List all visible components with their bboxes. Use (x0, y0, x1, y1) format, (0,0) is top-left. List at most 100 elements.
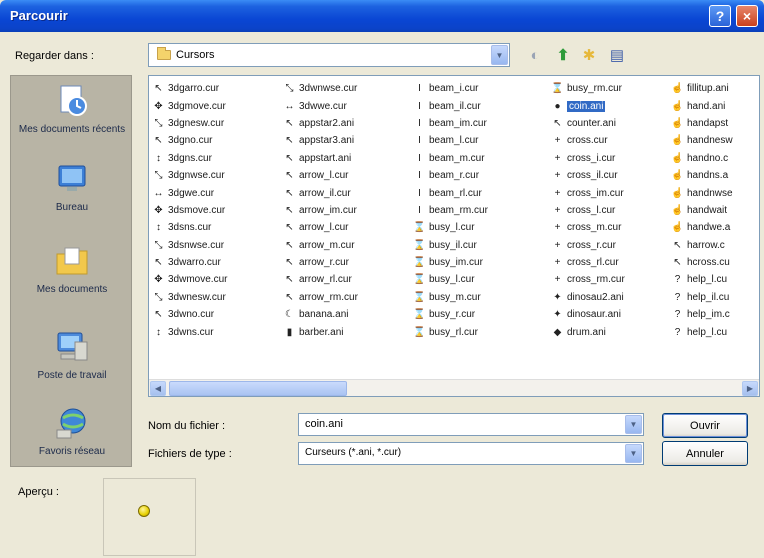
back-icon[interactable]: ◐ (524, 44, 546, 66)
file-item[interactable]: ⌛ busy_rl.cur (413, 323, 488, 340)
file-item[interactable]: ↖ arrow_l.cur (283, 219, 358, 236)
file-item[interactable]: ⤡ 3dsnwse.cur (152, 237, 227, 254)
file-item[interactable]: ↖ 3dgarro.cur (152, 80, 227, 97)
place-network[interactable]: Favoris réseau (11, 404, 133, 458)
file-item[interactable]: + cross.cur (551, 132, 625, 149)
file-item[interactable]: ? help_l.cu (671, 323, 733, 340)
up-folder-icon[interactable]: ⬆ (552, 44, 574, 66)
file-item[interactable]: ↔ 3dgwe.cur (152, 184, 227, 201)
file-item[interactable]: ↖ 3dwno.cur (152, 306, 227, 323)
file-item[interactable]: ⤡ 3dgnwse.cur (152, 167, 227, 184)
file-item[interactable]: ↖ arrow_im.cur (283, 202, 358, 219)
place-my-computer[interactable]: Poste de travail (11, 328, 133, 382)
file-item[interactable]: ↖ arrow_rm.cur (283, 289, 358, 306)
file-item[interactable]: + cross_r.cur (551, 237, 625, 254)
file-item[interactable]: ↕ 3dsns.cur (152, 219, 227, 236)
new-folder-icon[interactable]: ✱ (578, 44, 600, 66)
file-item[interactable]: + cross_rm.cur (551, 271, 625, 288)
filetype-dropdown[interactable]: Curseurs (*.ani, *.cur) ▼ (298, 442, 644, 465)
file-item[interactable]: ☝ handns.a (671, 167, 733, 184)
close-button[interactable]: × (736, 5, 758, 27)
file-item[interactable]: ↖ counter.ani (551, 115, 625, 132)
file-item[interactable]: Ibeam_r.cur (413, 167, 488, 184)
file-item[interactable]: + cross_i.cur (551, 150, 625, 167)
filename-input[interactable]: coin.ani ▼ (298, 413, 644, 436)
file-item[interactable]: ⌛ busy_l.cur (413, 219, 488, 236)
title-bar[interactable]: Parcourir ? × (0, 0, 764, 32)
file-item[interactable]: ↖ 3dwarro.cur (152, 254, 227, 271)
file-item[interactable]: ✥ 3dsmove.cur (152, 202, 227, 219)
file-item[interactable]: ☝ hand.ani (671, 97, 733, 114)
file-item[interactable]: ↖ harrow.c (671, 237, 733, 254)
file-item[interactable]: ✦ dinosau2.ani (551, 289, 625, 306)
file-item[interactable]: Ibeam_i.cur (413, 80, 488, 97)
file-item[interactable]: Ibeam_il.cur (413, 97, 488, 114)
file-item[interactable]: ✥ 3dgmove.cur (152, 97, 227, 114)
file-item[interactable]: ↖ arrow_rl.cur (283, 271, 358, 288)
scrollbar-thumb[interactable] (169, 381, 347, 396)
place-desktop[interactable]: Bureau (11, 160, 133, 214)
file-item[interactable]: ? help_im.c (671, 306, 733, 323)
scroll-left-icon[interactable]: ◀ (150, 381, 166, 396)
file-item[interactable]: ↖ arrow_r.cur (283, 254, 358, 271)
file-item[interactable]: + cross_l.cur (551, 202, 625, 219)
file-item[interactable]: ↖ 3dgno.cur (152, 132, 227, 149)
file-item[interactable]: ↖ arrow_m.cur (283, 237, 358, 254)
file-item[interactable]: ☝ handapst (671, 115, 733, 132)
file-list[interactable]: ↖ 3dgarro.cur ✥ 3dgmove.cur ⤡ 3dgnesw.cur ↖ 3dg… (148, 75, 760, 397)
file-item[interactable]: ↕ 3dwns.cur (152, 323, 227, 340)
file-item[interactable]: ✦ dinosaur.ani (551, 306, 625, 323)
file-item[interactable]: ? help_il.cu (671, 289, 733, 306)
file-item[interactable]: Ibeam_m.cur (413, 150, 488, 167)
file-item[interactable]: ↖ appstart.ani (283, 150, 358, 167)
file-item[interactable]: ☝ handwait (671, 202, 733, 219)
file-item[interactable]: ↖ arrow_l.cur (283, 167, 358, 184)
help-button[interactable]: ? (709, 5, 731, 27)
file-item[interactable]: + cross_rl.cur (551, 254, 625, 271)
chevron-down-icon[interactable]: ▼ (491, 45, 508, 65)
file-item[interactable]: ⌛ busy_m.cur (413, 289, 488, 306)
file-item[interactable]: ⌛ busy_im.cur (413, 254, 488, 271)
chevron-down-icon[interactable]: ▼ (625, 444, 642, 463)
horizontal-scrollbar[interactable]: ◀ ▶ (149, 379, 759, 396)
file-item[interactable]: ⤡ 3dwnwse.cur (283, 80, 358, 97)
file-item[interactable]: ⌛ busy_l.cur (413, 271, 488, 288)
file-item[interactable]: ↖ arrow_il.cur (283, 184, 358, 201)
chevron-down-icon[interactable]: ▼ (625, 415, 642, 434)
file-item[interactable]: + cross_il.cur (551, 167, 625, 184)
file-item[interactable]: ↖ appstar2.ani (283, 115, 358, 132)
file-item[interactable]: Ibeam_rm.cur (413, 202, 488, 219)
look-in-dropdown[interactable]: Cursors ▼ (148, 43, 510, 67)
file-item[interactable]: ⌛ busy_il.cur (413, 237, 488, 254)
file-item[interactable]: ? help_l.cu (671, 271, 733, 288)
file-item[interactable]: + cross_m.cur (551, 219, 625, 236)
file-item[interactable]: ✥ 3dwmove.cur (152, 271, 227, 288)
file-item[interactable]: ⌛ busy_r.cur (413, 306, 488, 323)
file-item[interactable]: Ibeam_l.cur (413, 132, 488, 149)
file-item[interactable]: Ibeam_rl.cur (413, 184, 488, 201)
file-item[interactable]: ☝ handnesw (671, 132, 732, 149)
file-item[interactable]: ⌛ busy_rm.cur (551, 80, 625, 97)
file-item[interactable]: ◆ drum.ani (551, 323, 625, 340)
file-item[interactable]: ☝ handwe.a (671, 219, 733, 236)
file-item[interactable]: ↖ hcross.cu (671, 254, 733, 271)
file-item[interactable]: ▮ barber.ani (283, 323, 358, 340)
file-item[interactable]: ● coin.ani (551, 97, 625, 114)
file-item[interactable]: ☝ handno.c (671, 150, 733, 167)
file-item[interactable]: ↕ 3dgns.cur (152, 150, 227, 167)
cancel-button[interactable]: Annuler (662, 441, 748, 466)
scroll-right-icon[interactable]: ▶ (742, 381, 758, 396)
file-item[interactable]: ↔ 3dwwe.cur (283, 97, 358, 114)
open-button[interactable]: Ouvrir (662, 413, 748, 438)
file-item[interactable]: ⤡ 3dwnesw.cur (152, 289, 227, 306)
file-item[interactable]: ☾ banana.ani (283, 306, 358, 323)
file-item[interactable]: ☝ handnwse (671, 184, 732, 201)
place-my-documents[interactable]: Mes documents (11, 242, 133, 296)
file-item[interactable]: ⤡ 3dgnesw.cur (152, 115, 227, 132)
file-item[interactable]: Ibeam_im.cur (413, 115, 488, 132)
views-icon[interactable]: ▤ (606, 44, 628, 66)
file-item[interactable]: + cross_im.cur (551, 184, 625, 201)
file-item[interactable]: ↖ appstar3.ani (283, 132, 358, 149)
place-recent-documents[interactable]: Mes documents récents (11, 82, 133, 136)
file-item[interactable]: ☝ fillitup.ani (671, 80, 733, 97)
